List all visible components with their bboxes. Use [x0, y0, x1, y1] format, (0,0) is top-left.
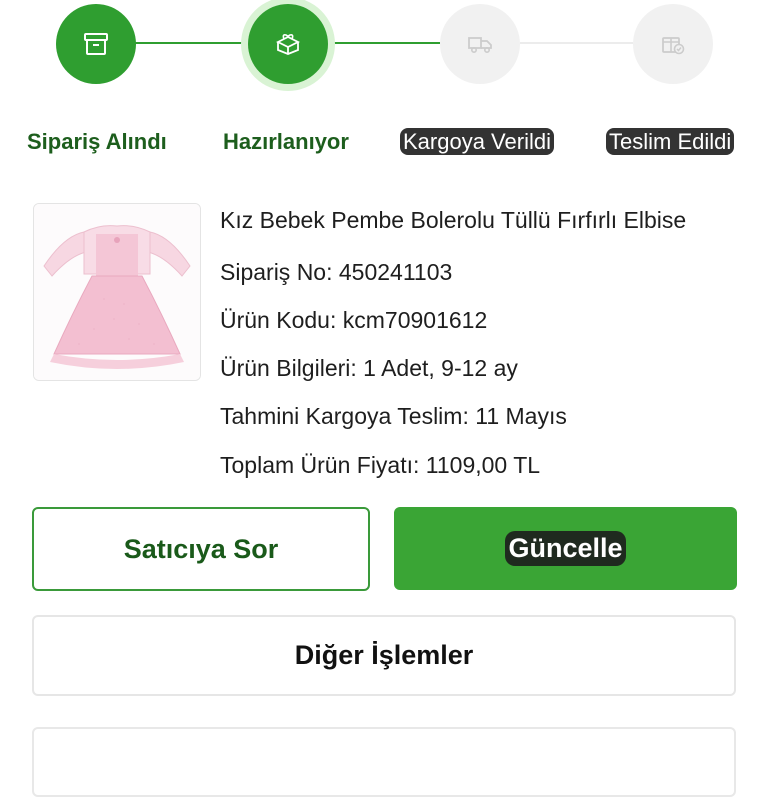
- step-label-shipped: Kargoya Verildi: [400, 127, 554, 157]
- other-actions-button[interactable]: Diğer İşlemler: [32, 615, 736, 696]
- product-info: Ürün Bilgileri: 1 Adet, 9-12 ay: [220, 355, 518, 381]
- step-preparing: [248, 4, 328, 84]
- step-shipped: [440, 4, 520, 84]
- total-price: Toplam Ürün Fiyatı: 1109,00 TL: [220, 452, 541, 478]
- product-image[interactable]: [33, 203, 201, 381]
- update-button-label: Güncelle: [505, 531, 626, 566]
- step-delivered: [633, 4, 713, 84]
- step-label-preparing: Hazırlanıyor: [223, 129, 349, 154]
- order-number: Sipariş No: 450241103: [220, 259, 453, 285]
- step-label-delivered: Teslim Edildi: [606, 127, 735, 157]
- estimated-shipping: Tahmini Kargoya Teslim: 11 Mayıs: [220, 403, 567, 429]
- step-connector-1: [135, 42, 245, 44]
- product-name[interactable]: Kız Bebek Pembe Bolerolu Tüllü Fırfırlı …: [220, 205, 686, 235]
- step-received: [56, 4, 136, 84]
- step-connector-2: [327, 42, 440, 44]
- bottom-card[interactable]: [32, 727, 736, 797]
- archive-box-icon: [83, 32, 109, 56]
- update-button[interactable]: Güncelle: [394, 507, 737, 590]
- delivered-package-icon: [660, 32, 686, 56]
- step-connector-3: [520, 42, 633, 44]
- step-label-received: Sipariş Alındı: [27, 129, 167, 154]
- order-status-stepper: Sipariş Alındı Hazırlanıyor Kargoya Veri…: [0, 0, 768, 190]
- delivery-truck-icon: [466, 33, 494, 55]
- gift-box-icon: [274, 32, 302, 56]
- ask-seller-button[interactable]: Satıcıya Sor: [32, 507, 370, 591]
- product-code: Ürün Kodu: kcm70901612: [220, 307, 488, 333]
